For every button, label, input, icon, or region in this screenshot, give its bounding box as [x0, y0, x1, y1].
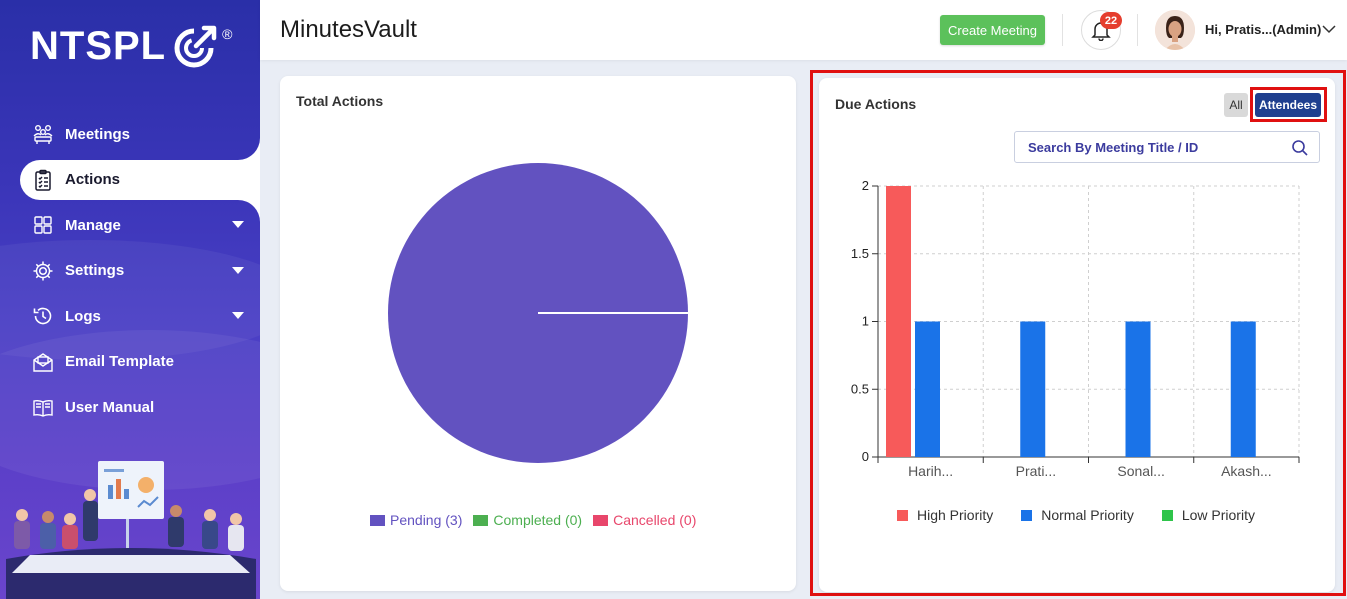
- legend-swatch: [593, 514, 609, 526]
- sidebar-item-label: Manage: [65, 216, 121, 234]
- chevron-down-icon[interactable]: [1322, 22, 1336, 36]
- sidebar: NTSPL ® Meetings Actions Manage Settings…: [0, 0, 260, 599]
- caret-down-icon: [232, 221, 244, 229]
- user-menu-label[interactable]: Hi, Pratis...(Admin): [1205, 22, 1321, 37]
- bar-normal-priority[interactable]: [1125, 321, 1151, 458]
- legend-label: Cancelled (0): [613, 512, 697, 528]
- sidebar-item-manage[interactable]: Manage: [20, 205, 260, 245]
- caret-down-icon: [232, 266, 244, 274]
- caret-down-icon: [232, 312, 244, 320]
- sidebar-nav: Meetings Actions Manage Settings Logs Em…: [20, 114, 260, 433]
- sidebar-item-label: Logs: [65, 307, 101, 325]
- legend-label: Normal Priority: [1041, 507, 1134, 523]
- top-header: MinutesVault Create Meeting 22 Hi, Prati…: [260, 0, 1347, 60]
- legend-swatch: [897, 509, 908, 521]
- app-title: MinutesVault: [280, 16, 417, 43]
- legend-label: Pending (3): [390, 512, 463, 528]
- header-divider: [1137, 14, 1138, 46]
- sidebar-item-logs[interactable]: Logs: [20, 296, 260, 336]
- legend-label: Completed (0): [493, 512, 583, 528]
- total-actions-pie-chart: [388, 163, 688, 463]
- legend-item-cancelled[interactable]: Cancelled (0): [593, 512, 696, 528]
- sidebar-item-label: Meetings: [65, 125, 131, 143]
- notification-count-badge: 22: [1100, 12, 1122, 29]
- y-tick-label: 2: [862, 178, 869, 193]
- x-tick-label: Sonal...: [1117, 463, 1164, 479]
- sidebar-item-email-template[interactable]: Email Template: [20, 342, 260, 382]
- legend-item-pending[interactable]: Pending (3): [370, 512, 462, 528]
- sidebar-item-label: User Manual: [65, 399, 155, 417]
- gear-icon: [32, 260, 54, 282]
- brand-logo[interactable]: NTSPL ®: [30, 22, 232, 70]
- bar-normal-priority[interactable]: [1230, 321, 1256, 458]
- meetings-icon: [32, 123, 54, 145]
- legend-item-high-priority[interactable]: High Priority: [897, 507, 993, 523]
- book-icon: [32, 397, 54, 419]
- legend-item-normal-priority[interactable]: Normal Priority: [1021, 507, 1134, 523]
- legend-swatch: [1161, 509, 1173, 521]
- bar-normal-priority[interactable]: [1020, 321, 1046, 458]
- x-tick-label: Akash...: [1221, 463, 1272, 479]
- legend-label: High Priority: [917, 507, 994, 523]
- due-actions-bar-chart: 0 0.5 1 1.5 2 Harih... Prati... Sonal... Akash..…: [851, 178, 1300, 479]
- x-tick-label: Prati...: [1016, 463, 1056, 479]
- sidebar-item-meetings[interactable]: Meetings: [20, 114, 260, 154]
- due-actions-card: Due Actions All Attendees 00.511.52Harih…: [819, 78, 1335, 592]
- sidebar-item-label: Settings: [65, 262, 125, 280]
- create-meeting-button[interactable]: Create Meeting: [940, 15, 1045, 45]
- sidebar-item-user-manual[interactable]: User Manual: [20, 388, 260, 428]
- registered-mark: ®: [222, 26, 233, 42]
- bar-normal-priority[interactable]: [915, 321, 940, 458]
- meeting-illustration: [6, 461, 256, 599]
- y-tick-label: 1.5: [851, 246, 869, 261]
- legend-label: Low Priority: [1181, 507, 1255, 523]
- pie-legend: Pending (3) Completed (0) Cancelled (0): [370, 512, 707, 528]
- grid-icon: [32, 214, 54, 236]
- avatar[interactable]: [1155, 10, 1195, 50]
- clipboard-icon: [32, 169, 54, 191]
- sidebar-item-settings[interactable]: Settings: [20, 251, 260, 291]
- email-icon: [32, 351, 54, 373]
- legend-item-low-priority[interactable]: Low Priority: [1161, 507, 1255, 523]
- logo-text: NTSPL: [30, 23, 167, 68]
- bar-legend: High Priority Normal Priority Low Priori…: [897, 507, 1283, 523]
- legend-swatch: [1021, 509, 1033, 521]
- legend-swatch: [370, 514, 385, 526]
- total-actions-card: Total Actions Pending (3) Completed (0) …: [280, 76, 796, 591]
- legend-swatch: [473, 514, 489, 526]
- y-tick-label: 1: [862, 314, 869, 329]
- bar-high-priority[interactable]: [886, 186, 911, 457]
- history-icon: [32, 305, 54, 327]
- sidebar-item-actions[interactable]: Actions: [20, 159, 260, 200]
- logo-arrow-icon: [174, 25, 217, 68]
- sidebar-item-label: Actions: [65, 171, 121, 189]
- user-avatar-image: [1155, 10, 1195, 50]
- sidebar-item-label: Email Template: [65, 353, 174, 371]
- notifications-button[interactable]: 22: [1081, 10, 1122, 50]
- header-divider: [1062, 14, 1063, 46]
- y-tick-label: 0: [862, 449, 869, 464]
- legend-item-completed[interactable]: Completed (0): [473, 512, 582, 528]
- x-tick-label: Harih...: [908, 463, 953, 479]
- y-tick-label: 0.5: [851, 381, 869, 396]
